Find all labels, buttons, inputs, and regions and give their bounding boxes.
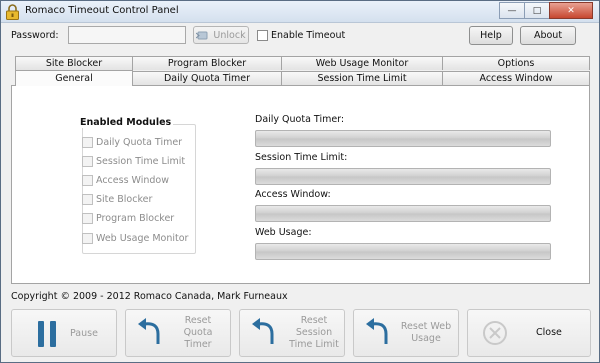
window-title: Romaco Timeout Control Panel [25,5,179,16]
module-checkbox[interactable] [82,175,93,186]
padlock-icon [6,4,19,20]
password-label: Password: [11,30,59,41]
daily-quota-label: Daily Quota Timer: [255,114,345,125]
pause-icon [38,321,56,347]
undo-arrow-icon [366,318,388,344]
module-checkbox[interactable] [82,233,93,244]
enable-timeout-label: Enable Timeout [271,30,346,41]
maximize-button[interactable]: □ [524,2,550,19]
undo-arrow-icon [138,318,160,344]
module-session-time-limit[interactable]: Session Time Limit [82,156,185,167]
reset-web-usage-button[interactable]: Reset Web Usage [353,309,459,357]
module-daily-quota-timer[interactable]: Daily Quota Timer [82,137,182,148]
access-window-label: Access Window: [255,189,331,200]
tab-session-time-limit[interactable]: Session Time Limit [281,71,443,85]
access-window-progress [255,205,551,222]
reset-quota-timer-button[interactable]: Reset Quota Timer [125,309,231,357]
tab-web-usage-monitor[interactable]: Web Usage Monitor [281,56,443,70]
close-circle-icon [483,321,507,345]
tab-site-blocker[interactable]: Site Blocker [15,56,133,70]
copyright-text: Copyright © 2009 - 2012 Romaco Canada, M… [11,291,288,302]
module-checkbox[interactable] [82,156,93,167]
daily-quota-progress [255,130,551,147]
help-button[interactable]: Help [469,26,513,45]
session-time-label: Session Time Limit: [255,152,348,163]
unlock-icon [196,31,208,39]
tab-program-blocker[interactable]: Program Blocker [132,56,282,70]
window-controls: — □ ✕ [499,2,593,19]
reset-session-time-limit-button[interactable]: Reset Session Time Limit [239,309,345,357]
module-program-blocker[interactable]: Program Blocker [82,213,174,224]
module-web-usage-monitor[interactable]: Web Usage Monitor [82,233,188,244]
window-close-button[interactable]: ✕ [549,2,593,19]
close-button[interactable]: Close [467,309,591,357]
module-checkbox[interactable] [82,213,93,224]
undo-arrow-icon [252,318,274,344]
module-checkbox[interactable] [82,194,93,205]
password-field[interactable] [68,26,186,44]
web-usage-progress [255,243,551,260]
enabled-modules-title: Enabled Modules [78,117,174,128]
minimize-button[interactable]: — [499,2,525,19]
web-usage-label: Web Usage: [255,227,312,238]
module-checkbox[interactable] [82,137,93,148]
tab-general[interactable]: General [15,70,133,86]
tab-options[interactable]: Options [442,56,590,70]
tab-daily-quota-timer[interactable]: Daily Quota Timer [132,71,282,85]
about-button[interactable]: About [520,26,576,45]
enable-timeout-checkbox[interactable] [257,30,268,41]
module-site-blocker[interactable]: Site Blocker [82,194,152,205]
title-bar: Romaco Timeout Control Panel — □ ✕ [1,1,599,23]
unlock-button[interactable]: Unlock [193,26,249,44]
pause-button[interactable]: Pause [11,309,117,357]
session-time-progress [255,168,551,185]
module-access-window[interactable]: Access Window [82,175,169,186]
tab-access-window[interactable]: Access Window [442,71,590,85]
main-window: Romaco Timeout Control Panel — □ ✕ Passw… [0,0,600,363]
general-tab-panel: Enabled Modules Daily Quota Timer Sessio… [11,85,590,284]
